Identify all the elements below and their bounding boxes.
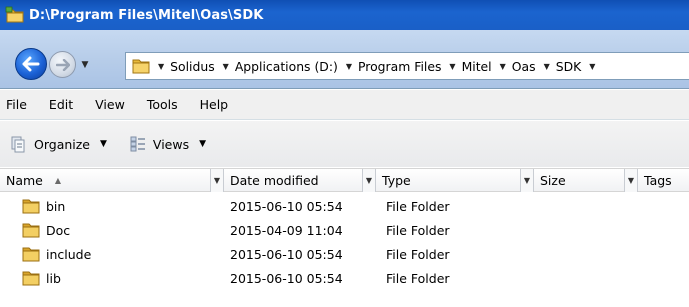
menu-tools[interactable]: Tools	[147, 97, 178, 112]
breadcrumb-arrow-icon[interactable]: ▼	[449, 62, 455, 71]
list-item[interactable]: Doc 2015-04-09 11:04 File Folder	[0, 218, 689, 242]
file-date: 2015-06-10 05:54	[230, 198, 343, 214]
folder-icon	[132, 58, 150, 74]
navigation-bar: ▼ ▼ Solidus ▼ Applications (D:) ▼ Progra…	[0, 30, 689, 89]
organize-button[interactable]: Organize ▼	[10, 135, 107, 153]
list-item[interactable]: bin 2015-06-10 05:54 File Folder	[0, 194, 689, 218]
chevron-down-icon: ▼	[81, 60, 89, 70]
file-date: 2015-04-09 11:04	[230, 222, 343, 238]
address-bar[interactable]: ▼ Solidus ▼ Applications (D:) ▼ Program …	[125, 52, 689, 80]
recent-pages-dropdown[interactable]: ▼	[78, 58, 92, 72]
breadcrumb-applications[interactable]: ▼ Applications (D:)	[223, 59, 338, 74]
file-name: lib	[46, 270, 61, 286]
file-type: File Folder	[386, 246, 450, 262]
menu-view[interactable]: View	[95, 97, 125, 112]
file-type: File Folder	[386, 270, 450, 286]
column-type[interactable]: Type	[376, 169, 522, 192]
column-type-filter[interactable]: ▼	[520, 169, 534, 192]
command-bar: Organize ▼ Views ▼	[0, 121, 689, 167]
views-button[interactable]: Views ▼	[129, 135, 206, 153]
breadcrumb-sdk[interactable]: ▼ SDK	[544, 59, 582, 74]
explorer-window: D:\Program Files\Mitel\Oas\SDK ▼ ▼ Solid…	[0, 0, 689, 307]
chevron-down-icon: ▼	[213, 176, 221, 185]
chevron-down-icon: ▼	[199, 139, 207, 149]
column-name[interactable]: Name ▲	[0, 169, 218, 192]
column-headers: Name ▲ ▼ Date modified ▼ Type ▼ Size ▼ T…	[0, 168, 689, 192]
file-name: bin	[46, 198, 66, 214]
breadcrumb-arrow-icon[interactable]: ▼	[346, 62, 352, 71]
breadcrumb-solidus[interactable]: ▼ Solidus	[158, 59, 215, 74]
file-date: 2015-06-10 05:54	[230, 246, 343, 262]
column-date-filter[interactable]: ▼	[362, 169, 376, 192]
breadcrumb-program-files[interactable]: ▼ Program Files	[346, 59, 442, 74]
column-tags[interactable]: Tags	[638, 169, 689, 192]
breadcrumb-overflow[interactable]: ▼	[589, 62, 601, 71]
folder-icon	[22, 198, 40, 214]
forward-button[interactable]	[49, 51, 76, 78]
back-arrow-icon	[22, 56, 40, 72]
menu-help[interactable]: Help	[200, 97, 229, 112]
organize-icon	[10, 135, 28, 153]
folder-icon	[5, 5, 25, 25]
folder-icon	[22, 222, 40, 238]
file-type: File Folder	[386, 198, 450, 214]
column-date[interactable]: Date modified	[224, 169, 372, 192]
column-size-filter[interactable]: ▼	[624, 169, 638, 192]
file-name: Doc	[46, 222, 71, 238]
breadcrumb-arrow-icon[interactable]: ▼	[158, 62, 164, 71]
menu-edit[interactable]: Edit	[49, 97, 73, 112]
file-date: 2015-06-10 05:54	[230, 270, 343, 286]
list-item[interactable]: lib 2015-06-10 05:54 File Folder	[0, 266, 689, 290]
title-bar[interactable]: D:\Program Files\Mitel\Oas\SDK	[0, 0, 689, 30]
back-button[interactable]	[15, 48, 47, 80]
breadcrumb-mitel[interactable]: ▼ Mitel	[449, 59, 491, 74]
chevron-down-icon: ▼	[100, 139, 107, 149]
views-icon	[129, 135, 147, 153]
chevron-down-icon: ▼	[523, 176, 531, 185]
folder-icon	[22, 246, 40, 262]
forward-arrow-icon	[55, 58, 70, 71]
window-title: D:\Program Files\Mitel\Oas\SDK	[29, 7, 264, 23]
sort-ascending-icon: ▲	[54, 176, 62, 185]
menu-file[interactable]: File	[6, 97, 27, 112]
column-name-filter[interactable]: ▼	[210, 169, 224, 192]
chevron-down-icon: ▼	[365, 176, 373, 185]
folder-icon	[22, 270, 40, 286]
column-size[interactable]: Size	[534, 169, 626, 192]
list-item[interactable]: include 2015-06-10 05:54 File Folder	[0, 242, 689, 266]
breadcrumb-arrow-icon[interactable]: ▼	[589, 62, 595, 71]
chevron-down-icon: ▼	[627, 176, 635, 185]
breadcrumb-arrow-icon[interactable]: ▼	[544, 62, 550, 71]
menu-bar: File Edit View Tools Help	[0, 90, 689, 120]
breadcrumb-oas[interactable]: ▼ Oas	[500, 59, 536, 74]
breadcrumb-arrow-icon[interactable]: ▼	[223, 62, 229, 71]
file-name: include	[46, 246, 92, 262]
file-type: File Folder	[386, 222, 450, 238]
breadcrumb-arrow-icon[interactable]: ▼	[500, 62, 506, 71]
